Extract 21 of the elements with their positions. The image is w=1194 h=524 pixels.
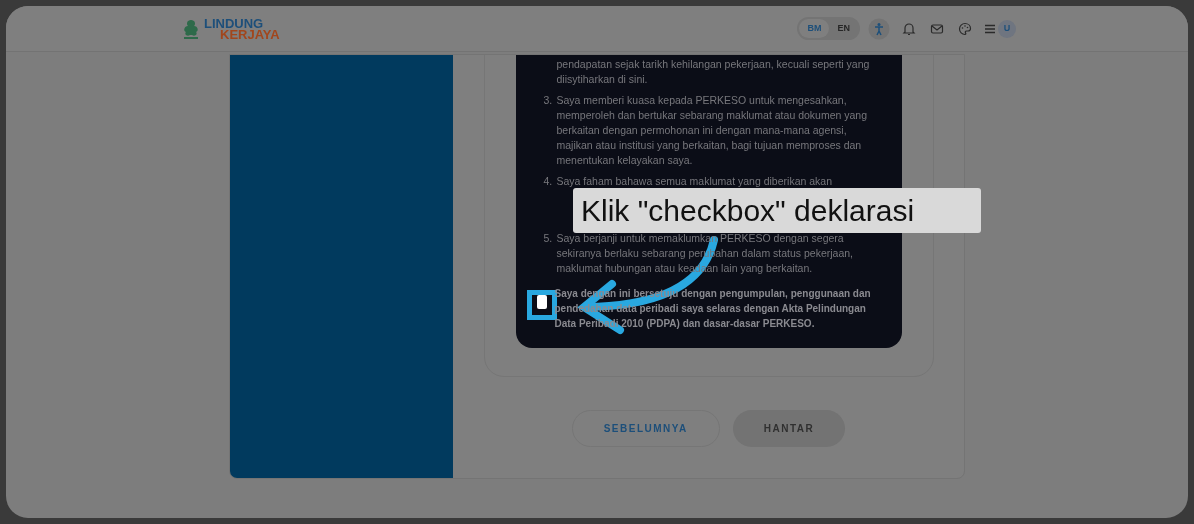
logo-icon bbox=[182, 17, 200, 40]
menu-icon[interactable] bbox=[984, 22, 996, 35]
user-avatar[interactable]: U bbox=[998, 19, 1016, 38]
palette-icon[interactable] bbox=[958, 21, 972, 36]
highlight-frame bbox=[527, 290, 557, 320]
declaration-text: Saya memberi kuasa kepada PERKESO untuk mengesahkan, memperoleh dan bertukar sebarang maklumat atau dokumen yang berkaitan dengan permohonan ini dengan mana-mana agensi, majikan atau institusi yang berkaitan, bagi tujuan memproses dan menentukan kelayakan saya. bbox=[556, 93, 868, 168]
list-number: 4. bbox=[543, 174, 554, 189]
language-tab[interactable]: BM bbox=[799, 18, 830, 39]
bell-icon[interactable] bbox=[902, 21, 916, 36]
accessibility-icon[interactable] bbox=[868, 17, 890, 40]
list-number: 5. bbox=[543, 231, 554, 246]
declaration-text: Saya faham bahawa semua maklumat yang diberikan akan bbox=[556, 174, 832, 189]
list-number: 3. bbox=[543, 93, 554, 108]
mail-icon[interactable] bbox=[930, 21, 944, 36]
logo-text: LINDUNG bbox=[204, 17, 264, 29]
instruction-tooltip: Klik "checkbox" deklarasi bbox=[573, 188, 981, 233]
logo-text: KERJAYA bbox=[220, 28, 280, 40]
checkbox[interactable] bbox=[536, 295, 547, 309]
language-tab[interactable]: EN bbox=[829, 18, 858, 39]
declaration-text: pendapatan sejak tarikh kehilangan pekerjaan, kecuali seperti yang diisytiharkan di sini. bbox=[556, 57, 871, 87]
form-button[interactable]: SEBELUMNYA bbox=[571, 410, 720, 447]
